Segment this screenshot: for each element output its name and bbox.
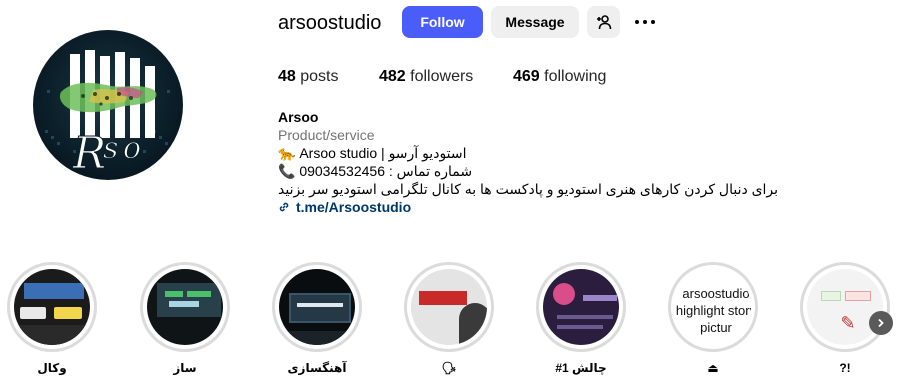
highlight-label: #1 چالش — [555, 361, 607, 375]
highlight-label: ⏏ — [707, 361, 719, 375]
highlight-label: ?! — [839, 361, 851, 375]
phone-icon: 📞 — [278, 163, 296, 179]
thumb-line — [557, 315, 613, 319]
thumb-dot — [553, 283, 575, 305]
highlight-ring: ✎ — [800, 262, 890, 352]
highlight-ring — [140, 262, 230, 352]
highlights-next-button[interactable] — [869, 311, 893, 335]
highlight-podcast-talk[interactable]: 🗣 — [404, 262, 494, 375]
highlight-label: 🗣 — [441, 361, 457, 375]
highlight-ring — [7, 262, 97, 352]
highlight-ring: arsoostudio highlight story pictur — [668, 262, 758, 352]
arsoo-logo: R s o — [45, 50, 170, 180]
highlight-ring — [272, 262, 362, 352]
more-options-button[interactable] — [630, 10, 660, 34]
svg-text:o: o — [123, 131, 141, 166]
bio-link-text: t.me/Arsoostudio — [296, 199, 412, 215]
highlight-thumbnail — [147, 269, 223, 345]
highlight-thumbnail — [279, 269, 355, 345]
posts-count: 48 — [278, 68, 296, 85]
highlight-ring — [536, 262, 626, 352]
bio-studio-text: استودیو آرسو | Arsoo studio — [299, 145, 467, 161]
bio-link[interactable]: t.me/Arsoostudio — [278, 198, 798, 216]
profile-bio: Arsoo Product/service 🐆 استودیو آرسو | A… — [278, 108, 798, 216]
thumb-desk — [14, 325, 90, 345]
bio-phone-text: شماره تماس : 09034532456 — [299, 163, 473, 179]
thumb-card — [54, 307, 82, 319]
highlight-instrument[interactable]: ساز — [140, 262, 230, 375]
following-count: 469 — [513, 68, 540, 85]
bio-name: Arsoo — [278, 109, 319, 125]
followers-count: 482 — [379, 68, 406, 85]
thumb-banner — [419, 291, 467, 305]
profile-username: arsoostudio — [278, 12, 382, 34]
highlight-thumbnail — [543, 269, 619, 345]
thumb-waveform — [297, 303, 343, 307]
highlight-challenge[interactable]: #1 چالش — [536, 262, 626, 375]
following-stat[interactable]: 469 following — [513, 68, 606, 86]
add-user-icon — [596, 15, 611, 30]
thumb-track — [187, 291, 211, 297]
suggested-users-button[interactable] — [587, 6, 620, 38]
thumb-tag — [845, 291, 871, 301]
svg-text:s: s — [103, 131, 118, 166]
thumb-desk — [279, 331, 355, 345]
highlight-label: آهنگسازی — [287, 361, 347, 375]
highlight-thumbnail — [411, 269, 487, 345]
posts-stat: 48 posts — [278, 68, 339, 86]
link-icon — [279, 202, 289, 212]
highlight-thumbnail: arsoostudio highlight story pictur — [675, 269, 751, 345]
story-highlights: وکال ساز آهنگسازی 🗣 #1 چالش arsoostudio … — [0, 262, 911, 390]
highlight-composition[interactable]: آهنگسازی — [272, 262, 362, 375]
message-button[interactable]: Message — [491, 6, 579, 38]
thumb-tag — [821, 291, 841, 301]
highlight-vocal[interactable]: وکال — [7, 262, 97, 375]
thumb-line — [583, 295, 617, 301]
thumb-track — [165, 291, 183, 297]
bio-line-studio: 🐆 استودیو آرسو | Arsoo studio — [278, 144, 798, 162]
bio-line-phone: 📞 شماره تماس : 09034532456 — [278, 162, 798, 180]
thumb-monitor — [289, 293, 351, 323]
highlight-label: ساز — [173, 361, 197, 375]
more-options-icon-dot — [651, 20, 655, 24]
highlight-thumbnail: ✎ — [807, 269, 883, 345]
thumb-line — [557, 325, 603, 329]
bio-category: Product/service — [278, 127, 375, 143]
thumb-screen — [24, 283, 84, 299]
bio-description: برای دنبال کردن کارهای هنری استودیو و پا… — [278, 181, 779, 197]
chevron-right-icon — [878, 318, 884, 328]
thumb-fallback-text: arsoostudio highlight story pictur — [675, 286, 751, 335]
followers-label: followers — [410, 68, 474, 85]
svg-text:R: R — [72, 128, 106, 179]
following-label: following — [544, 68, 607, 85]
highlight-ring — [404, 262, 494, 352]
highlight-story-picture[interactable]: arsoostudio highlight story pictur ⏏ — [668, 262, 758, 375]
more-options-icon-dot — [643, 20, 647, 24]
more-options-icon — [635, 20, 639, 24]
thumb-monitor — [157, 283, 221, 317]
thumb-track — [169, 301, 199, 307]
followers-stat[interactable]: 482 followers — [379, 68, 473, 86]
profile-avatar[interactable]: R s o — [33, 30, 183, 180]
highlight-thumbnail — [14, 269, 90, 345]
follow-button[interactable]: Follow — [402, 6, 483, 38]
posts-label: posts — [300, 68, 339, 85]
thumb-person — [459, 303, 487, 345]
thumb-card — [20, 307, 46, 319]
leopard-icon: 🐆 — [278, 145, 296, 161]
thumb-glyph: ✎ — [840, 313, 856, 334]
highlight-label: وکال — [37, 361, 67, 375]
